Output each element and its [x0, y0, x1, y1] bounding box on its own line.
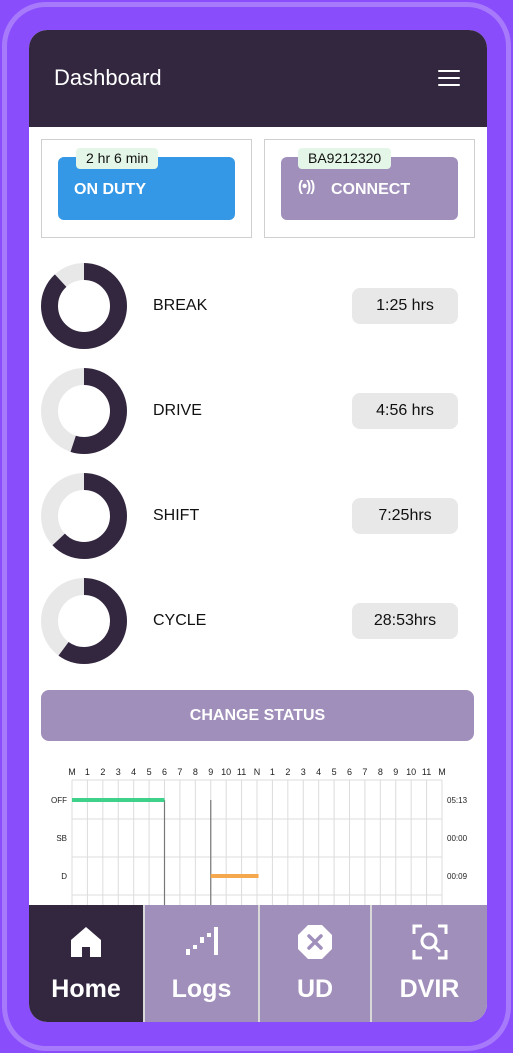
hour-tick-label: 6 [162, 767, 167, 777]
hour-tick-label: 3 [116, 767, 121, 777]
nav-item-ud[interactable]: UD [260, 905, 370, 1022]
timer-value: 28:53hrs [352, 603, 458, 639]
timer-row-shift: SHIFT 7:25hrs [41, 473, 461, 561]
hour-tick-label: 9 [393, 767, 398, 777]
change-status-button[interactable]: CHANGE STATUS [41, 690, 474, 741]
device-id-badge: BA9212320 [298, 148, 392, 169]
timer-row-cycle: CYCLE 28:53hrs [41, 578, 461, 666]
app-screen: Dashboard ON DUTY 2 hr 6 min (•)) CONNEC… [29, 30, 487, 1022]
hour-tick-label: 1 [85, 767, 90, 777]
hour-tick-label: 10 [221, 767, 231, 777]
cycle-donut-chart [41, 578, 127, 664]
duty-status-card: ON DUTY 2 hr 6 min [41, 139, 252, 238]
hour-tick-label: 2 [100, 767, 105, 777]
hour-tick-label: 3 [301, 767, 306, 777]
hour-tick-label: N [254, 767, 261, 777]
nav-item-dvir[interactable]: DVIR [372, 905, 487, 1022]
hour-tick-label: 6 [347, 767, 352, 777]
connect-card: (•)) CONNECT BA9212320 [264, 139, 475, 238]
shift-donut-chart [41, 473, 127, 559]
status-row-total: 05:13 [447, 796, 468, 805]
hour-tick-label: 7 [362, 767, 367, 777]
hour-tick-label: 1 [270, 767, 275, 777]
timer-label: DRIVE [153, 402, 202, 419]
timer-row-break: BREAK 1:25 hrs [41, 263, 461, 351]
timer-row-drive: DRIVE 4:56 hrs [41, 368, 461, 456]
bottom-nav: Home Logs UD DVIR [29, 905, 487, 1022]
connect-label: CONNECT [331, 181, 411, 198]
nav-item-logs[interactable]: Logs [145, 905, 258, 1022]
hour-tick-label: 4 [316, 767, 321, 777]
hour-tick-label: 2 [285, 767, 290, 777]
hour-tick-label: 9 [208, 767, 213, 777]
logs-icon [185, 927, 218, 955]
timer-value: 4:56 hrs [352, 393, 458, 429]
hour-tick-label: 11 [422, 767, 431, 777]
hour-tick-label: 5 [332, 767, 337, 777]
broadcast-icon: (•)) [298, 178, 315, 195]
dvir-icon [412, 924, 447, 960]
page-title: Dashboard [54, 65, 162, 90]
status-row-label: OFF [51, 796, 67, 805]
home-icon [71, 927, 101, 957]
timer-value: 1:25 hrs [352, 288, 458, 324]
nav-item-home[interactable]: Home [29, 905, 143, 1022]
on-duty-label: ON DUTY [74, 181, 146, 198]
status-row-total: 00:09 [447, 872, 468, 881]
hour-tick-label: 5 [147, 767, 152, 777]
hour-tick-label: 4 [131, 767, 136, 777]
hour-tick-label: M [438, 767, 446, 777]
status-row-label: SB [56, 834, 67, 843]
timer-label: BREAK [153, 297, 208, 314]
nav-label-dvir: DVIR [399, 975, 460, 1003]
timer-label: SHIFT [153, 507, 200, 524]
hour-tick-label: 10 [406, 767, 416, 777]
hamburger-menu-icon[interactable] [438, 70, 460, 88]
app-header: Dashboard [29, 30, 487, 127]
drive-donut-chart [41, 368, 127, 454]
nav-label-home: Home [51, 975, 121, 1003]
nav-label-logs: Logs [171, 975, 232, 1003]
hour-tick-label: M [68, 767, 76, 777]
ud-icon [298, 925, 332, 959]
hour-tick-label: 7 [177, 767, 182, 777]
timer-label: CYCLE [153, 612, 207, 629]
timer-value: 7:25hrs [352, 498, 458, 534]
status-row-label: D [61, 872, 67, 881]
hour-tick-label: 8 [193, 767, 198, 777]
duty-timer-badge: 2 hr 6 min [76, 148, 159, 169]
hour-tick-label: 8 [378, 767, 383, 777]
status-row-total: 00:00 [447, 834, 468, 843]
nav-label-ud: UD [296, 975, 334, 1003]
duty-log-chart: M 1 2 3 4 5 6 7 8 9 10 11 N 1 2 3 4 5 6 7 8 9 10 11 MOFF 05:13SB 0… [51, 767, 468, 928]
hour-tick-label: 11 [237, 767, 246, 777]
break-donut-chart [41, 263, 127, 349]
